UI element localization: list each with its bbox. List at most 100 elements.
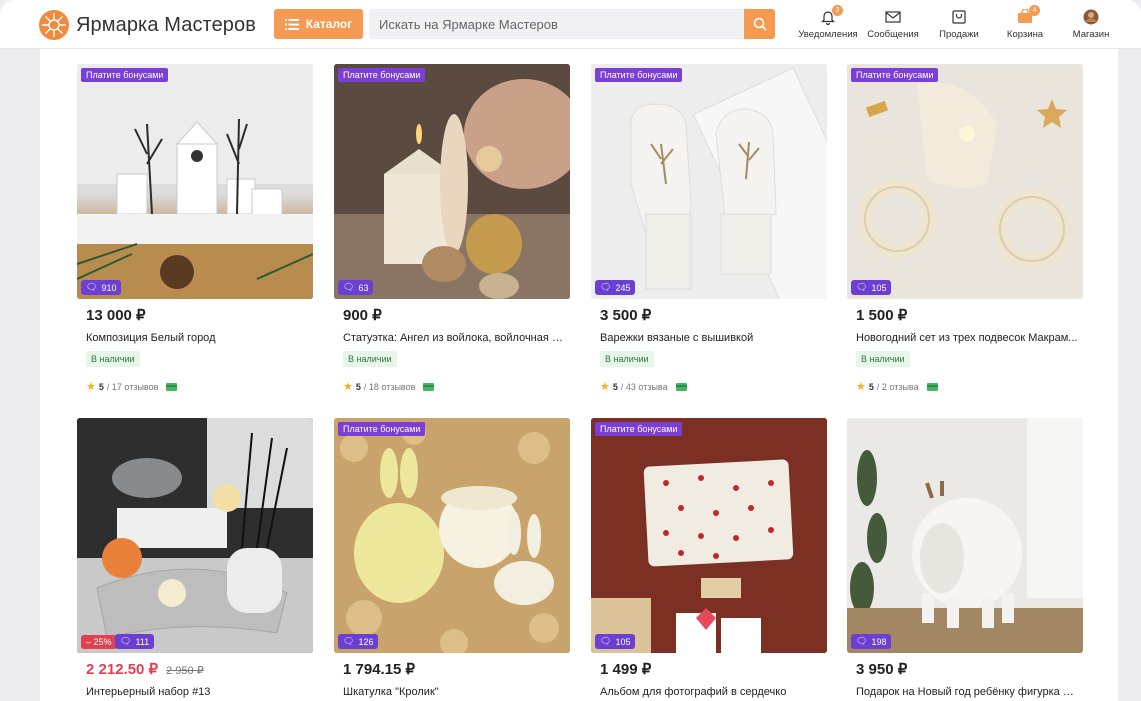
product-price: 3 950 ₽ xyxy=(856,661,908,678)
bonus-badge: Платите бонусами xyxy=(338,68,426,82)
reviews-icon: 🗨 xyxy=(600,282,612,292)
nav-label: Уведомления xyxy=(798,29,858,40)
product-price: 1 500 ₽ xyxy=(856,307,908,324)
star-icon: ★ xyxy=(856,381,866,393)
reviews-icon: 🗨 xyxy=(120,636,132,646)
search-icon xyxy=(753,17,767,31)
product-card[interactable]: Платите бонусами 🗨 105 1 499 ₽ Альбом для… xyxy=(591,418,827,698)
catalog-button[interactable]: Каталог xyxy=(274,9,363,39)
menu-icon xyxy=(284,18,299,30)
product-price: 900 ₽ xyxy=(343,307,382,324)
rating-value: 5 xyxy=(612,381,618,392)
app-window: Ярмарка Мастеров Каталог Искать на Ярмар… xyxy=(0,0,1141,701)
product-title[interactable]: Альбом для фотографий в сердечко xyxy=(591,686,823,698)
product-card[interactable]: Платите бонусами 🗨 63 900 ₽ Статуэтка: Ан… xyxy=(334,64,570,393)
reviews-icon: 🗨 xyxy=(86,282,98,292)
reviews-count-badge: 🗨 126 xyxy=(338,634,379,649)
product-image[interactable]: Платите бонусами 🗨 245 xyxy=(591,64,827,299)
search-input[interactable] xyxy=(369,9,744,39)
bonus-badge: Платите бонусами xyxy=(595,422,683,436)
product-image[interactable]: Платите бонусами 🗨 105 xyxy=(591,418,827,653)
search-button[interactable] xyxy=(744,9,775,39)
payment-card-icon xyxy=(166,382,178,391)
stock-badge: В наличии xyxy=(856,351,910,367)
reviews-count-badge: 🗨 111 xyxy=(115,634,155,649)
product-card[interactable]: Платите бонусами 🗨 105 1 500 ₽ Новогодний… xyxy=(847,64,1083,393)
reviews-icon: 🗨 xyxy=(343,282,355,292)
nav-shop[interactable]: Магазин xyxy=(1067,9,1115,41)
product-card[interactable]: 🗨 198 3 950 ₽ Подарок на Новый год ребёнк… xyxy=(847,418,1083,698)
reviews-icon: 🗨 xyxy=(343,636,355,646)
reviews-text[interactable]: / 18 отзывов xyxy=(364,382,416,392)
product-price: 1 794.15 ₽ xyxy=(343,661,416,678)
logo[interactable]: Ярмарка Мастеров xyxy=(38,9,256,41)
felt-angel-image xyxy=(334,64,570,299)
product-title[interactable]: Подарок на Новый год ребёнку фигурка Л..… xyxy=(847,686,1079,698)
reviews-text[interactable]: / 17 отзывов xyxy=(107,382,159,392)
site-header: Ярмарка Мастеров Каталог Искать на Ярмар… xyxy=(0,0,1141,49)
reviews-icon: 🗨 xyxy=(856,282,868,292)
product-card[interactable]: – 25% 🗨 111 2 212.50 ₽ 2 950 ₽ Интерьерный… xyxy=(77,418,313,698)
product-title[interactable]: Новогодний сет из трех подвесок Макрам..… xyxy=(847,332,1079,344)
bonus-badge: Платите бонусами xyxy=(595,68,683,82)
left-gutter xyxy=(0,49,40,701)
reviews-count: 63 xyxy=(358,282,369,293)
product-price: 1 499 ₽ xyxy=(600,661,652,678)
bonus-badge: Платите бонусами xyxy=(81,68,169,82)
search-bar xyxy=(369,9,775,39)
rabbit-box-image xyxy=(334,418,570,653)
star-icon: ★ xyxy=(600,381,610,393)
payment-card-icon xyxy=(926,382,938,391)
sale-price: 2 212.50 ₽ xyxy=(86,661,159,678)
knitted-mittens-image xyxy=(591,64,827,299)
product-image[interactable]: – 25% 🗨 111 xyxy=(77,418,313,653)
reviews-count-badge: 🗨 105 xyxy=(595,634,636,649)
reviews-text[interactable]: / 2 отзыва xyxy=(877,382,919,392)
product-image[interactable]: 🗨 198 xyxy=(847,418,1083,653)
product-title[interactable]: Шкатулка "Кролик" xyxy=(334,686,566,698)
rating-value: 5 xyxy=(868,381,874,392)
star-icon: ★ xyxy=(343,381,353,393)
reviews-icon: 🗨 xyxy=(856,636,868,646)
reviews-count: 245 xyxy=(615,282,631,293)
envelope-icon xyxy=(885,11,901,23)
product-image[interactable]: Платите бонусами 🗨 63 xyxy=(334,64,570,299)
reviews-count: 111 xyxy=(135,636,150,647)
product-price: 13 000 ₽ xyxy=(86,307,146,324)
reviews-count: 105 xyxy=(615,636,631,647)
product-title[interactable]: Статуэтка: Ангел из войлока, войлочная и… xyxy=(334,332,566,344)
rating: ★ 5/ 17 отзывов xyxy=(77,380,313,393)
product-card[interactable]: Платите бонусами 🗨 126 1 794.15 ₽ Шкатулк… xyxy=(334,418,570,698)
lamb-figurine-image xyxy=(847,418,1083,653)
payment-card-icon xyxy=(423,382,435,391)
stock-badge: В наличии xyxy=(343,351,397,367)
product-image[interactable]: Платите бонусами 🗨 105 xyxy=(847,64,1083,299)
reviews-text[interactable]: / 43 отзыва xyxy=(621,382,668,392)
reviews-count-badge: 🗨 910 xyxy=(81,280,122,295)
rating: ★ 5/ 2 отзыва xyxy=(847,380,1083,393)
nav-cart[interactable]: 4 Корзина xyxy=(1001,5,1049,41)
nav-sales[interactable]: Продажи xyxy=(935,9,983,41)
product-title[interactable]: Интерьерный набор #13 xyxy=(77,686,309,698)
rating-value: 5 xyxy=(355,381,361,392)
interior-set-image xyxy=(77,418,313,653)
product-price: 2 212.50 ₽ 2 950 ₽ xyxy=(77,660,313,678)
nav-messages[interactable]: Сообщения xyxy=(867,9,919,41)
product-title[interactable]: Варежки вязаные с вышивкой xyxy=(591,332,823,344)
star-icon: ★ xyxy=(86,381,96,393)
product-title[interactable]: Композиция Белый город xyxy=(77,332,309,344)
nav-label: Магазин xyxy=(1072,29,1110,40)
nav-notifications[interactable]: 3 Уведомления xyxy=(798,5,858,41)
nav-label: Сообщения xyxy=(867,29,919,40)
product-card[interactable]: Платите бонусами 🗨 910 13 000 ₽ Композици… xyxy=(77,64,313,393)
product-price: 3 500 ₽ xyxy=(600,307,652,324)
product-card[interactable]: Платите бонусами 🗨 245 3 500 ₽ Варежки вя… xyxy=(591,64,827,393)
product-image[interactable]: Платите бонусами 🗨 910 xyxy=(77,64,313,299)
product-image[interactable]: Платите бонусами 🗨 126 xyxy=(334,418,570,653)
notifications-badge: 3 xyxy=(832,5,843,16)
shop-bag-icon xyxy=(952,10,966,24)
bonus-badge: Платите бонусами xyxy=(851,68,939,82)
logo-text: Ярмарка Мастеров xyxy=(76,13,256,36)
reviews-count: 126 xyxy=(358,636,374,647)
discount-badge: – 25% xyxy=(81,635,117,649)
